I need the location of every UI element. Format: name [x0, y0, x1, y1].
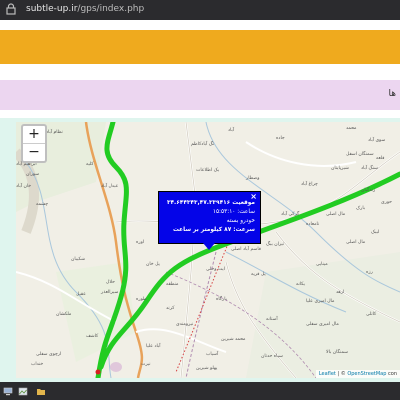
place-label: مینایی [316, 262, 328, 267]
bottom-toolbar [0, 382, 400, 400]
popup-position: موقعیت ۳۴.۶۴۴۳۴۳,۴۷.۳۳۹۴۱۶ [166, 200, 255, 206]
place-label: عقیل [76, 292, 86, 297]
place-label: سیاه حدتان [261, 354, 283, 359]
place-label: آباد علیا [146, 344, 161, 349]
popup-time: ساعت: ۱۵:۵۳:۱۰ [212, 209, 255, 215]
place-label: ارهد [336, 290, 345, 295]
place-label: گرکی آباد [281, 212, 300, 217]
place-labels: تگ آبادکاظم آباد جاده محمد سوی آباد ابرا… [16, 122, 400, 378]
lock-icon [6, 3, 16, 15]
place-label: کرند [166, 306, 175, 311]
place-label: سمنگان اسفل [346, 152, 374, 157]
place-label: ملکشان [56, 312, 72, 317]
place-label: جاده [276, 136, 285, 141]
url-path: /gps/index.php [77, 4, 145, 14]
zoom-out-button[interactable]: − [23, 144, 45, 161]
place-label: پل قریه [251, 272, 266, 277]
place-label: طوره [136, 297, 147, 302]
place-label: پهلو شیرین [196, 366, 218, 371]
place-label: مال امیری علیا [306, 299, 335, 304]
place-label: حوری [381, 200, 393, 205]
place-label: رزه [366, 270, 373, 275]
web-page: ها تگ آبادکاظم آباد جاده محمد سوی آباد ا… [0, 20, 400, 382]
place-label: شکیبان [71, 257, 85, 262]
place-label: عبدل آباد [101, 184, 119, 189]
popup-close-button[interactable]: × [250, 192, 257, 202]
osm-link[interactable]: OpenStreetMap [347, 371, 386, 377]
map-view[interactable]: تگ آبادکاظم آباد جاده محمد سوی آباد ابرا… [16, 122, 400, 378]
place-label: حلال [106, 280, 115, 285]
place-label: مال اصلی [346, 240, 366, 245]
place-label: مال اصلی [326, 212, 346, 217]
address-url[interactable]: subtle-up.ir/gps/index.php [26, 4, 144, 14]
place-label: منطقه [166, 282, 179, 287]
place-label: آستانه [266, 317, 278, 322]
place-label: یکانه [296, 282, 305, 287]
place-label: کاشف [86, 334, 99, 339]
image-icon[interactable] [18, 387, 28, 396]
place-label: ارچوی سفلی [36, 352, 62, 357]
place-label: آباد [228, 128, 235, 133]
place-label: نظام آباد [46, 130, 63, 135]
place-label: نامعاده [306, 222, 320, 227]
screen-icon[interactable] [3, 387, 13, 396]
place-label: چراغ آباد [301, 182, 318, 187]
section-header: ها [0, 80, 400, 110]
place-label: بارک [356, 206, 366, 211]
place-label: لیبک [371, 230, 380, 235]
place-label: آسیاب [206, 352, 219, 357]
leaflet-link[interactable]: Leaflet [319, 371, 336, 377]
place-label: پل خان [146, 262, 160, 267]
browser-address-bar[interactable]: subtle-up.ir/gps/index.php [0, 0, 400, 20]
place-label: سمنگان بالا [326, 350, 348, 355]
place-label: تیران بیگ [266, 242, 285, 247]
place-label: زندگیان [361, 188, 376, 193]
place-label: چشمه [36, 202, 49, 207]
popup-speed: سرعت: ۸۷ کیلومتر بر ساعت [173, 227, 255, 233]
place-label: سوی آباد [368, 138, 386, 143]
place-label: قلعه [376, 156, 385, 161]
place-label: سیرالعذر [101, 290, 119, 295]
place-label: سنگ آباد [361, 166, 378, 171]
place-label: یک اطلاعات [196, 168, 219, 173]
place-label: کلیه [86, 162, 94, 167]
zoom-control: + − [21, 124, 47, 163]
place-label: مال امیری سفلی [306, 322, 339, 327]
folder-icon[interactable] [36, 387, 46, 396]
place-label: وصطار [246, 176, 260, 181]
place-label: محمد شیرین [221, 337, 246, 342]
place-label: محمد [346, 126, 357, 131]
popup-vehicle: خودرو بسته [226, 218, 255, 224]
section-title: ها [388, 89, 397, 99]
attribution-separator: | © [335, 371, 348, 377]
url-host: subtle-up.ir [26, 4, 78, 14]
place-label: نیرومندی [176, 322, 194, 327]
attribution-tail: con [386, 371, 397, 377]
place-label: اوره [136, 240, 145, 245]
map-container: تگ آبادکاظم آباد جاده محمد سوی آباد ابرا… [0, 118, 400, 382]
header-band [0, 30, 400, 64]
place-label: نیرت [141, 362, 151, 367]
place-label: تگ آبادکاظم [191, 142, 215, 147]
location-popup: × موقعیت ۳۴.۶۴۴۳۴۳,۴۷.۳۳۹۴۱۶ ساعت: ۱۵:۵۳… [158, 191, 261, 250]
place-label: قاسم آباد اصلی [231, 247, 261, 252]
place-label: ایت وحلی [206, 267, 225, 272]
place-label: بارگاه [216, 297, 227, 302]
zoom-in-button[interactable]: + [23, 126, 45, 144]
place-label: شیرپایتان [331, 166, 349, 171]
map-attribution: Leaflet | © OpenStreetMap con [315, 370, 400, 378]
place-label: خان آباد [16, 184, 32, 189]
place-label: کاتلی [366, 312, 377, 317]
place-label: خنداب [31, 362, 44, 367]
place-label: سوران [26, 172, 40, 177]
popup-tip [203, 243, 215, 250]
